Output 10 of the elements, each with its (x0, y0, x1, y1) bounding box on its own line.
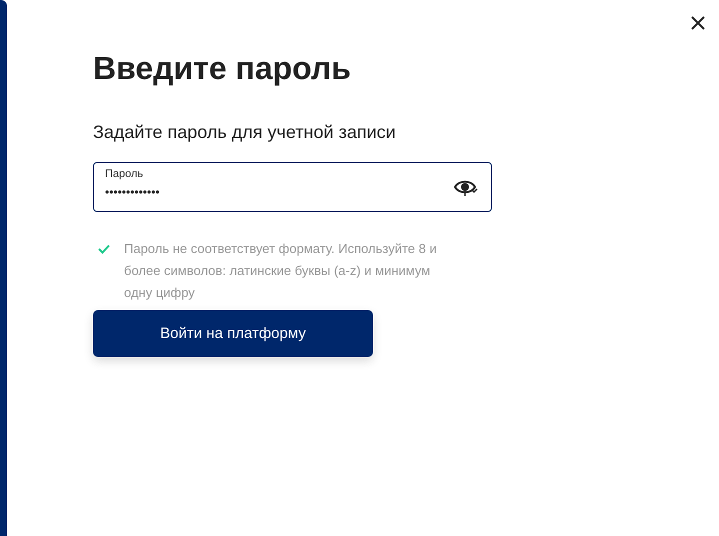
eye-icon[interactable] (454, 179, 478, 197)
subtitle: Задайте пароль для учетной записи (93, 121, 397, 144)
password-value: ••••••••••••• (105, 185, 160, 199)
close-icon (691, 16, 705, 30)
field-label: Пароль (105, 167, 144, 181)
login-button[interactable]: Войти на платформу (93, 310, 373, 357)
page-title: Введите пароль (93, 49, 352, 88)
close-button[interactable] (691, 16, 705, 30)
hint-text: Пароль не соответствует формату. Используйте 8 и более символов: латинские буквы (a-z) и минимум одну цифру (124, 240, 438, 302)
password-field[interactable]: Пароль ••••••••••••• (93, 162, 492, 212)
